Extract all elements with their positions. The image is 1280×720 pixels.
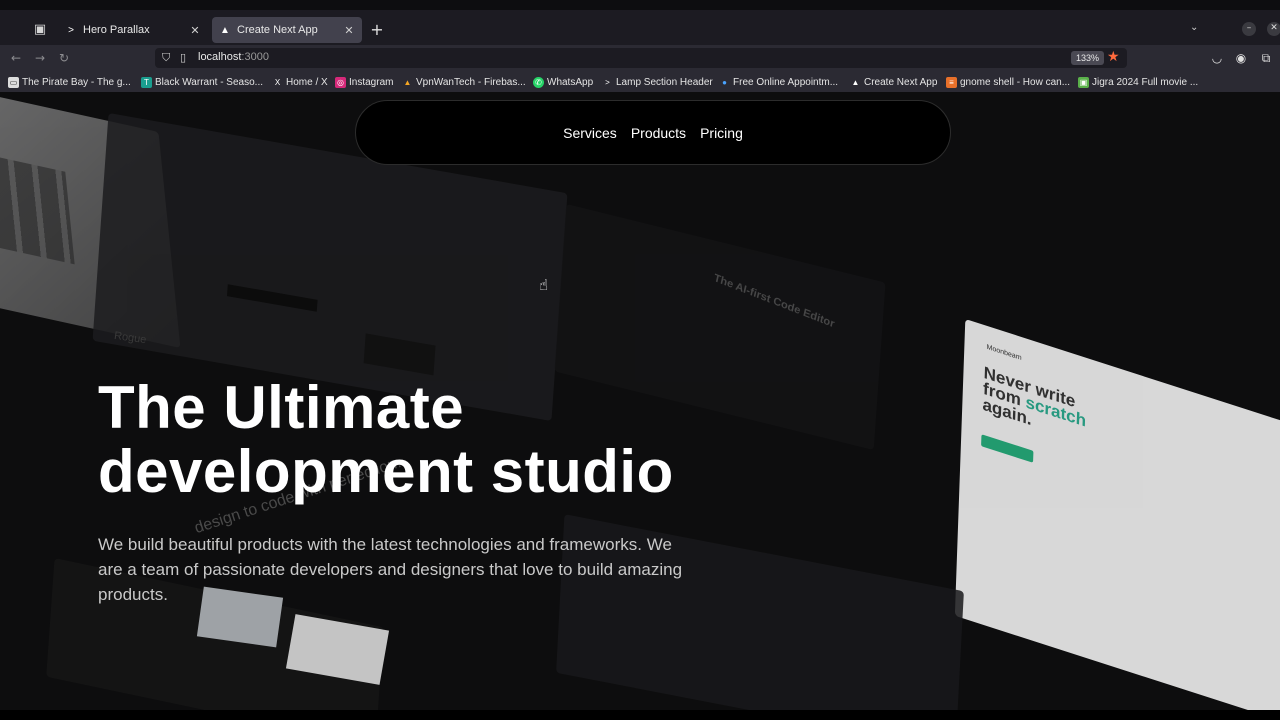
nav-link-pricing[interactable]: Pricing [700,125,743,141]
close-icon[interactable]: ✕ [342,24,356,37]
url-text[interactable]: localhost:3000 [198,51,269,63]
bookmark-label: VpnWanTech - Firebas... [416,76,526,88]
appointment-icon: ● [722,77,727,87]
bottom-edge [0,710,1280,720]
bookmark-item[interactable]: ✆ WhatsApp [533,75,593,89]
bookmark-label: Home / X [286,76,328,88]
parallax-product-card[interactable]: Moonbeam Never write from scratch again. [954,318,1280,710]
card-cta-shape [981,434,1034,463]
bookmark-star-icon[interactable]: ★ [1107,49,1120,65]
card-headline: Never write from scratch again. [982,363,1087,446]
tab-hero-parallax[interactable]: > Hero Parallax ✕ [58,17,208,43]
bookmark-label: The Pirate Bay - The g... [22,76,131,88]
bookmark-label: Jigra 2024 Full movie ... [1092,76,1199,88]
card-logo: Moonbeam [986,343,1022,363]
card-thumbnail-grid [0,149,75,265]
terminal-icon: > [68,24,74,36]
whatsapp-icon: ✆ [533,76,544,88]
bookmark-label: WhatsApp [547,76,594,88]
window-top-edge [0,0,1280,10]
firebase-icon: ▲ [403,77,412,87]
t-icon: T [141,76,152,88]
movie-site-icon: ▣ [1078,76,1089,88]
bookmark-item[interactable]: ◎ Instagram [335,75,393,89]
hero-title-line: The Ultimate [98,374,465,441]
zoom-level-badge[interactable]: 133% [1071,51,1105,65]
reload-icon[interactable]: ↻ [56,50,72,66]
hero-title: The Ultimate development studio [98,376,778,504]
bookmark-label: Lamp Section Header [616,76,713,88]
chevron-down-icon[interactable]: ⌄ [1190,22,1198,33]
terminal-icon: > [605,77,610,87]
bookmark-label: Black Warrant - Seaso... [155,76,263,88]
bookmark-item[interactable]: ≡ gnome shell - How can... [946,75,1070,89]
tab-create-next-app[interactable]: ▲ Create Next App ✕ [212,17,362,43]
hero-title-line: development studio [98,438,674,505]
extensions-icon[interactable]: ⧉ [1259,51,1273,65]
nav-link-products[interactable]: Products [631,125,686,141]
bookmark-item[interactable]: T Black Warrant - Seaso... [141,75,263,89]
bookmark-item[interactable]: X Home / X [272,75,328,89]
page-info-icon[interactable]: ▯ [180,51,192,65]
bookmark-item[interactable]: ● Free Online Appointm... [719,75,838,89]
url-host: localhost [198,51,242,63]
bookmark-item[interactable]: > Lamp Section Header [602,75,713,89]
nextjs-icon: ▲ [851,77,860,87]
bookmark-item[interactable]: ▲ Create Next App [850,75,938,89]
nextjs-icon: ▲ [220,24,230,36]
hand-cursor-icon: ☝ [539,276,549,294]
close-icon[interactable]: ✕ [188,24,202,37]
hero-subtitle: We build beautiful products with the lat… [98,535,683,604]
pirate-bay-icon: ▭ [8,76,19,88]
url-bar[interactable] [155,48,1127,68]
stackexchange-icon: ≡ [946,76,957,88]
tab-title: Hero Parallax [83,24,150,36]
pocket-icon[interactable]: ◡ [1210,51,1224,65]
site-navbar: Services Products Pricing [355,100,951,165]
account-icon[interactable]: ◉ [1234,51,1248,65]
x-logo-icon: X [274,77,281,87]
nav-link-services[interactable]: Services [563,125,617,141]
bookmark-item[interactable]: ▲ VpnWanTech - Firebas... [402,75,526,89]
card-button-shape [363,333,436,376]
bookmark-item[interactable]: ▣ Jigra 2024 Full movie ... [1078,75,1198,89]
card-headline: The AI-first Code Editor [712,272,836,331]
tab-overview-icon[interactable]: ▣ [30,20,50,40]
card-bar [226,284,318,312]
url-port: :3000 [241,51,269,63]
minimize-icon[interactable]: – [1242,22,1256,36]
forward-arrow-icon[interactable]: → [32,50,48,66]
window-close-icon[interactable]: ✕ [1267,22,1280,36]
tab-title: Create Next App [237,24,318,36]
instagram-icon: ◎ [335,76,346,88]
bookmark-label: Create Next App [864,76,938,88]
shield-icon[interactable]: ⛉ [162,51,174,65]
new-tab-button[interactable]: + [368,20,386,39]
bookmark-item[interactable]: ▭ The Pirate Bay - The g... [8,75,131,89]
back-arrow-icon[interactable]: ← [8,50,24,66]
bookmark-label: Free Online Appointm... [733,76,839,88]
bookmark-label: Instagram [349,76,394,88]
bookmark-label: gnome shell - How can... [960,76,1071,88]
